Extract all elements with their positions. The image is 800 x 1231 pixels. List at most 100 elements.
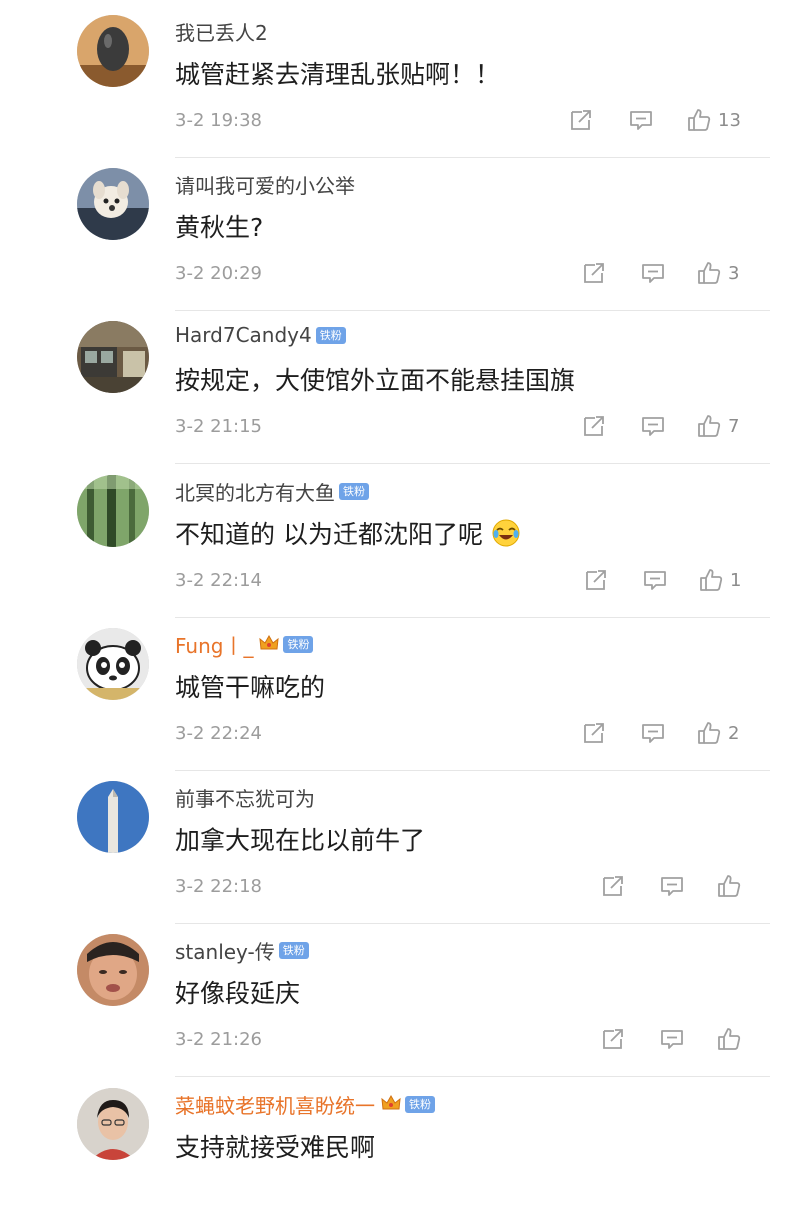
like-count: 1 [730,569,742,591]
like-icon [696,260,722,286]
avatar[interactable] [77,934,149,1006]
comment-actions: 3 [0,258,800,288]
repost-button[interactable] [581,258,607,288]
crown-icon [381,1093,401,1117]
comment-text-row: 城管赶紧去清理乱张贴啊！！ [175,55,500,91]
like-icon [716,1026,742,1052]
repost-icon [581,260,607,286]
reply-button[interactable] [642,565,668,595]
comment-text-row: 按规定，大使馆外立面不能悬挂国旗 [175,361,575,397]
like-count: 3 [728,262,740,284]
repost-button[interactable] [600,871,626,901]
username[interactable]: 请叫我可爱的小公举 [175,170,355,199]
avatar[interactable] [77,781,149,853]
comment-username-row: stanley-传 铁粉 [175,936,309,965]
comment-username-row: 前事不忘犹可为 [175,783,315,812]
comment-text: 不知道的 以为迁都沈阳了呢 [175,520,483,549]
comment-text: 支持就接受难民啊 [175,1133,376,1162]
like-count: 7 [728,415,740,437]
comment-username-row: 请叫我可爱的小公举 [175,170,355,199]
crown-icon [259,633,280,657]
comment-text-row: 加拿大现在比以前牛了 [175,821,425,857]
avatar[interactable] [77,168,149,240]
comment-username-row: 菜蝇蚊老野机喜盼统一 铁粉 [175,1090,435,1119]
like-button[interactable]: 13 [686,105,741,135]
username[interactable]: 我已丢人2 [175,17,268,46]
like-button[interactable] [716,1024,742,1054]
repost-icon [583,567,609,593]
comment-text: 城管干嘛吃的 [175,673,326,702]
like-icon [698,567,724,593]
comment-icon [642,567,668,593]
avatar[interactable] [77,15,149,87]
comment-item: 北冥的北方有大鱼 铁粉 不知道的 以为迁都沈阳了呢 3-2 22:14 1 [0,465,800,618]
comment-icon [659,873,685,899]
comment-item: Fung丨_ 铁粉 城管干嘛吃的 3-2 22:24 2 [0,618,800,771]
username[interactable]: stanley-传 [175,936,275,965]
reply-button[interactable] [640,258,666,288]
repost-button[interactable] [583,565,609,595]
reply-button[interactable] [640,718,666,748]
comment-icon [628,107,654,133]
avatar[interactable] [77,475,149,547]
comment-actions: 13 [0,105,800,135]
comment-text: 黄秋生? [175,213,264,242]
comment-item: stanley-传 铁粉 好像段延庆 3-2 21:26 [0,924,800,1077]
fan-badge: 铁粉 [278,942,309,959]
reply-button[interactable] [628,105,654,135]
reply-button[interactable] [659,1024,685,1054]
repost-icon [600,1026,626,1052]
like-count: 2 [728,722,740,744]
like-icon [696,720,722,746]
username[interactable]: Fung丨_ [175,630,253,659]
repost-icon [581,413,607,439]
like-button[interactable]: 1 [698,565,741,595]
like-button[interactable]: 2 [696,718,739,748]
comment-username-row: 北冥的北方有大鱼 铁粉 [175,477,369,506]
comment-item: 我已丢人2 城管赶紧去清理乱张贴啊！！ 3-2 19:38 13 [0,5,800,158]
comment-text-row: 黄秋生? [175,208,263,244]
reply-button[interactable] [659,871,685,901]
like-icon [716,873,742,899]
fan-badge: 铁粉 [283,636,314,653]
comment-text: 按规定，大使馆外立面不能悬挂国旗 [175,366,576,395]
comment-text: 城管赶紧去清理乱张贴啊！！ [175,60,501,89]
comment-icon [640,413,666,439]
avatar[interactable] [77,321,149,393]
like-count: 13 [718,109,741,131]
comment-actions: 2 [0,718,800,748]
reply-button[interactable] [640,411,666,441]
comment-text-row: 支持就接受难民啊 [175,1128,375,1164]
comment-username-row: Hard7Candy4 铁粉 [175,323,346,347]
comment-text: 好像段延庆 [175,979,301,1008]
username[interactable]: 前事不忘犹可为 [175,783,315,812]
comment-text: 加拿大现在比以前牛了 [175,826,426,855]
username[interactable]: 北冥的北方有大鱼 [175,477,335,506]
repost-button[interactable] [581,718,607,748]
like-button[interactable] [716,871,742,901]
like-icon [686,107,712,133]
comment-icon [640,720,666,746]
divider [175,1076,770,1077]
username[interactable]: Hard7Candy4 [175,323,312,347]
like-button[interactable]: 7 [696,411,739,441]
username[interactable]: 菜蝇蚊老野机喜盼统一 [175,1090,375,1119]
fan-badge: 铁粉 [339,483,369,500]
avatar[interactable] [77,1088,149,1160]
divider [175,463,770,464]
laugh-cry-emoji-icon [491,518,521,548]
comment-text-row: 好像段延庆 [175,974,300,1010]
like-button[interactable]: 3 [696,258,739,288]
repost-icon [581,720,607,746]
comment-item: Hard7Candy4 铁粉 按规定，大使馆外立面不能悬挂国旗 3-2 21:15 7 [0,311,800,464]
repost-icon [600,873,626,899]
comment-icon [659,1026,685,1052]
fan-badge: 铁粉 [315,326,346,344]
repost-icon [568,107,594,133]
avatar[interactable] [77,628,149,700]
repost-button[interactable] [568,105,594,135]
repost-button[interactable] [600,1024,626,1054]
repost-button[interactable] [581,411,607,441]
comment-item: 前事不忘犹可为 加拿大现在比以前牛了 3-2 22:18 [0,771,800,924]
comment-text-row: 城管干嘛吃的 [175,668,325,704]
